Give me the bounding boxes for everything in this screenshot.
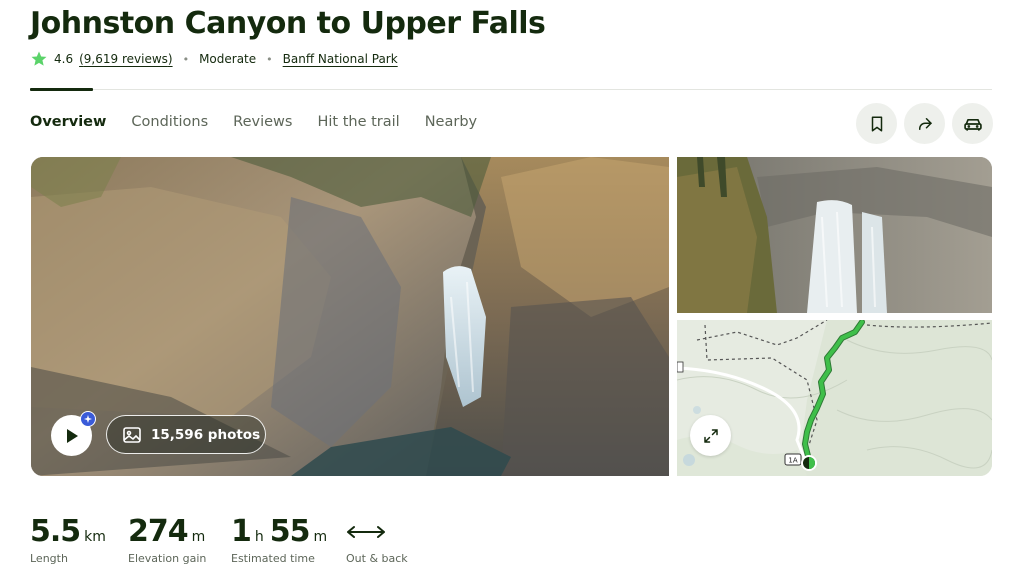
separator-dot: • [266, 52, 273, 66]
active-tab-indicator [30, 88, 93, 91]
expand-icon [703, 428, 718, 443]
expand-map-button[interactable] [690, 415, 731, 456]
header-actions [856, 103, 993, 144]
park-link[interactable]: Banff National Park [283, 52, 398, 66]
rating-value: 4.6 [54, 52, 74, 66]
time-minutes: 55 [269, 514, 311, 549]
route-type-label: Out & back [346, 552, 408, 565]
tab-reviews[interactable]: Reviews [233, 114, 292, 130]
reviews-link[interactable]: (9,619 reviews) [79, 52, 172, 66]
out-and-back-icon [347, 526, 385, 538]
tab-overview[interactable]: Overview [30, 114, 106, 130]
section-tabs: Overview Conditions Reviews Hit the trai… [30, 114, 502, 130]
save-button[interactable] [856, 103, 897, 144]
trail-map[interactable]: 1A [677, 320, 992, 476]
time-hours-unit: h [254, 529, 264, 545]
length-label: Length [30, 552, 68, 565]
star-icon [30, 50, 48, 68]
stat-time: 1 h 55 m Estimated time [231, 514, 346, 565]
elevation-unit: m [191, 529, 206, 545]
elevation-value: 274 [128, 514, 189, 549]
play-icon [66, 428, 78, 443]
stat-route-type: Out & back [346, 514, 408, 565]
trail-title: Johnston Canyon to Upper Falls [30, 6, 546, 41]
time-label: Estimated time [231, 552, 315, 565]
time-minutes-unit: m [313, 529, 328, 545]
length-value: 5.5 [30, 514, 81, 549]
share-button[interactable] [904, 103, 945, 144]
tabs-divider [30, 89, 992, 90]
separator-dot: • [182, 52, 190, 66]
trail-meta: 4.6 (9,619 reviews) • Moderate • Banff N… [30, 50, 398, 68]
stat-length: 5.5 km Length [30, 514, 128, 565]
stat-elevation: 274 m Elevation gain [128, 514, 231, 565]
tab-conditions[interactable]: Conditions [131, 114, 208, 130]
image-icon [123, 426, 141, 443]
elevation-label: Elevation gain [128, 552, 207, 565]
time-hours: 1 [231, 514, 252, 549]
route-marker: 1A [788, 457, 797, 465]
tab-hit-the-trail[interactable]: Hit the trail [317, 114, 399, 130]
bookmark-icon [871, 116, 882, 131]
directions-button[interactable] [952, 103, 993, 144]
difficulty-label: Moderate [199, 52, 257, 66]
waterfall-thumbnail[interactable] [677, 157, 992, 313]
photos-count: 15,596 photos [151, 426, 261, 443]
trail-stats: 5.5 km Length 274 m Elevation gain 1 h 5… [30, 514, 408, 565]
tab-nearby[interactable]: Nearby [425, 114, 477, 130]
plus-badge-icon [80, 411, 96, 427]
share-icon [918, 117, 932, 130]
car-icon [963, 118, 982, 131]
length-unit: km [84, 529, 106, 545]
photos-button[interactable]: 15,596 photos [106, 415, 266, 454]
